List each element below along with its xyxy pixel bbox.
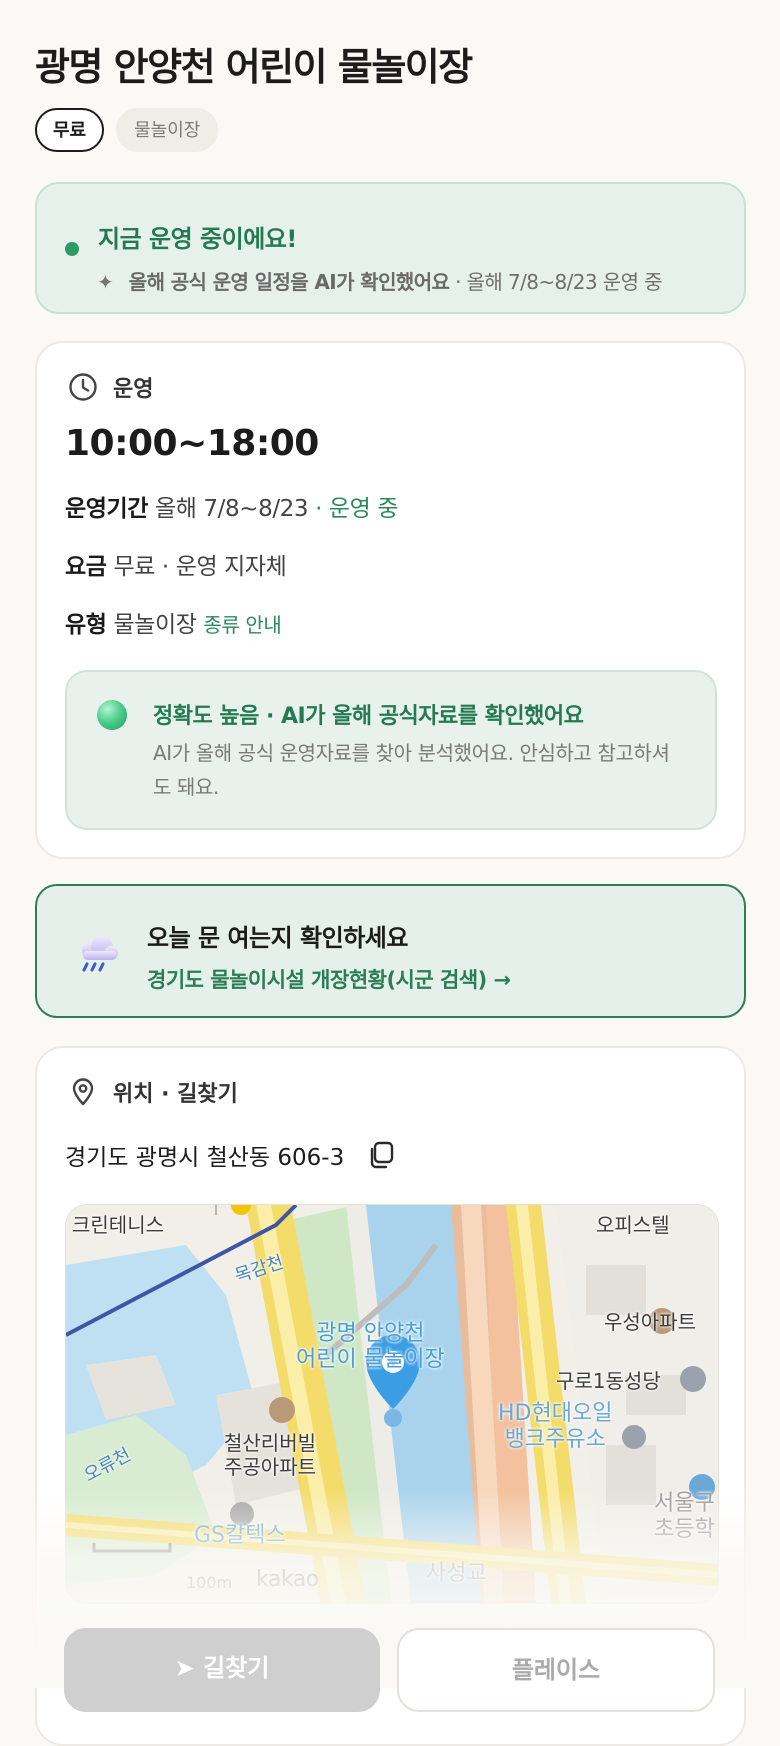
address-text: 경기도 광명시 철산동 606-3 — [65, 1145, 345, 1171]
map-label-tennis: 크린테니스 — [72, 1213, 164, 1237]
hours-card: 운영 10:00~18:00 운영기간 올해 7/8~8/23 · 운영 중 요… — [35, 341, 746, 859]
map-label-officetel: 오피스텔 — [596, 1213, 670, 1237]
map-label-apt2: 철산리버빌 주공아파트 — [224, 1431, 316, 1479]
period-status: · 운영 중 — [315, 496, 399, 522]
open-check-title: 오늘 문 여는지 확인하세요 — [147, 924, 408, 952]
place-label: 플레이스 — [511, 1656, 601, 1684]
address-row: 경기도 광명시 철산동 606-3 — [65, 1138, 396, 1172]
map-label-school: 서울구 초등학 — [654, 1491, 715, 1542]
map-label-bridge: 사성교 — [426, 1561, 487, 1586]
type-row: 유형 물놀이장 종류 안내 — [65, 605, 282, 639]
map-label-church: 구로1동성당 — [556, 1369, 661, 1393]
hours-section-header: 운영 — [67, 371, 153, 403]
fee-label: 요금 — [65, 554, 107, 580]
fee-value: 무료 · 운영 지자체 — [113, 554, 287, 580]
accuracy-box: 정확도 높음 · AI가 올해 공식자료를 확인했어요 AI가 올해 공식 운영… — [65, 670, 717, 830]
fee-row: 요금 무료 · 운영 지자체 — [65, 547, 287, 581]
map-scale: 100m — [186, 1573, 233, 1592]
type-value: 물놀이장 — [113, 612, 197, 638]
place-button[interactable]: 플레이스 — [397, 1628, 715, 1712]
status-card: 지금 운영 중이에요! ✦ 올해 공식 운영 일정을 AI가 확인했어요 · 올… — [35, 182, 746, 314]
tag-category[interactable]: 물놀이장 — [116, 108, 219, 152]
clock-icon — [69, 373, 97, 401]
rain-cloud-icon — [82, 936, 118, 972]
period-label: 운영기간 — [65, 496, 149, 522]
navigate-icon: ➤ — [174, 1654, 204, 1682]
sparkle-icon: ✦ — [97, 270, 114, 294]
directions-button[interactable]: ➤ 길찾기 — [64, 1628, 380, 1712]
type-guide-link[interactable]: 종류 안내 — [203, 613, 281, 637]
accuracy-orb-icon — [97, 700, 127, 730]
status-ai-note: 올해 공식 운영 일정을 AI가 확인했어요 — [128, 270, 450, 294]
tag-free[interactable]: 무료 — [35, 108, 105, 152]
accuracy-title: 정확도 높음 · AI가 올해 공식자료를 확인했어요 — [153, 704, 584, 729]
tag-list: 무료 물놀이장 — [35, 108, 219, 152]
copy-icon[interactable] — [366, 1140, 396, 1170]
map-view[interactable]: 크린테니스 오피스텔 목감천 광명 안양천 어린이 물놀이장 우성아파트 구로1… — [65, 1204, 719, 1604]
directions-label: 길찾기 — [203, 1654, 270, 1682]
hours-time: 10:00~18:00 — [65, 423, 319, 464]
status-dot-icon — [65, 242, 79, 256]
status-period-note: · 올해 7/8~8/23 운영 중 — [455, 270, 662, 294]
map-label-place: 광명 안양천 어린이 물놀이장 — [296, 1321, 445, 1372]
open-check-card[interactable]: 오늘 문 여는지 확인하세요 경기도 물놀이시설 개장현황(시군 검색) → — [35, 884, 746, 1018]
location-section-header: 위치 · 길찾기 — [67, 1076, 238, 1108]
map-provider-logo: kakao — [256, 1567, 319, 1592]
location-section-label: 위치 · 길찾기 — [113, 1082, 238, 1107]
open-check-link[interactable]: 경기도 물놀이시설 개장현황(시군 검색) → — [147, 964, 511, 994]
map-canvas — [66, 1205, 718, 1603]
period-value: 올해 7/8~8/23 — [154, 496, 309, 522]
hours-section-label: 운영 — [113, 377, 154, 402]
status-title: 지금 운영 중이에요! — [98, 225, 297, 253]
map-label-gas1: HD현대오일 뱅크주유소 — [498, 1401, 613, 1452]
status-ai-line: ✦ 올해 공식 운영 일정을 AI가 확인했어요 · 올해 7/8~8/23 운… — [97, 266, 663, 295]
accuracy-desc: AI가 올해 공식 운영자료를 찾아 분석했어요. 안심하고 참고하셔도 돼요. — [153, 741, 670, 799]
map-label-apt1: 우성아파트 — [604, 1310, 696, 1334]
location-pin-icon — [72, 1078, 94, 1106]
period-row: 운영기간 올해 7/8~8/23 · 운영 중 — [65, 489, 398, 523]
page-title: 광명 안양천 어린이 물놀이장 — [35, 45, 473, 89]
type-label: 유형 — [65, 612, 107, 638]
map-label-gas2: GS칼텍스 — [194, 1523, 286, 1548]
